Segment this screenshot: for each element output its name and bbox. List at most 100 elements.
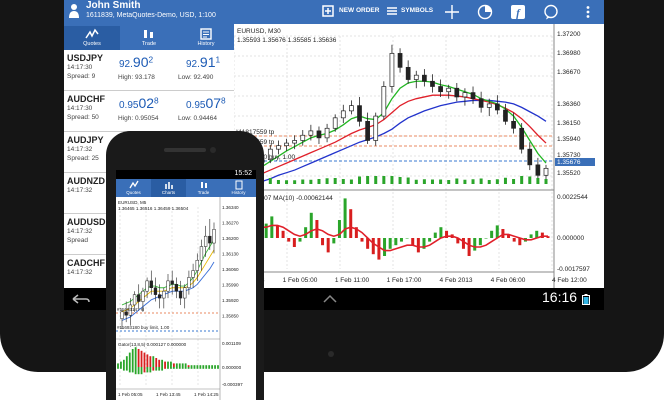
candle-body [430, 80, 435, 87]
candle-body [157, 294, 162, 299]
indicator-icon[interactable]: f [510, 4, 526, 20]
gator-bar-down [134, 367, 137, 375]
candle-body [340, 110, 346, 119]
gator-bar-up [143, 352, 146, 367]
candle-body [149, 280, 153, 288]
volume-bar [301, 179, 305, 184]
volume-bar [325, 178, 329, 184]
candle-body [478, 98, 484, 108]
tablet-chart-svg[interactable]: EURUSD, M30 1.35593 1.35676 1.35585 1.356… [232, 24, 604, 288]
tab-history[interactable]: History [221, 179, 256, 197]
gator-bar-up [125, 356, 128, 367]
gator-bar-down [161, 367, 164, 371]
tab-history[interactable]: History [178, 26, 234, 50]
person-icon[interactable] [68, 3, 80, 19]
crosshair-icon[interactable] [444, 4, 460, 20]
tab-trade[interactable]: Trade [186, 179, 221, 197]
tab-quotes[interactable]: Quotes [116, 179, 151, 197]
oscillator-bar [388, 238, 392, 249]
quote-time: 14:17:32 [67, 146, 93, 153]
oscillator-bar [281, 230, 285, 238]
gator-bar-up [122, 359, 125, 367]
candle-body [405, 66, 411, 80]
back-icon[interactable] [72, 294, 90, 304]
oscillator-tick-label: 0.001109 [222, 341, 241, 346]
candle-body [166, 280, 170, 292]
current-price-label: 1.35676 [557, 159, 581, 166]
gator-bar-down [143, 367, 146, 373]
symbols-icon[interactable] [386, 5, 398, 17]
candle-body [141, 290, 145, 302]
volume-bar [455, 178, 459, 184]
time-tick-label: 4 Feb 06:00 [491, 277, 526, 284]
tab-trade-label: Trade [197, 190, 210, 195]
quote-bid: 0.95028 [119, 95, 159, 111]
new-order-button[interactable]: NEW ORDER [339, 7, 379, 14]
oscillator-bar [473, 238, 477, 251]
tab-trade-label: Trade [141, 41, 157, 47]
gator-bar-up [196, 365, 199, 367]
candle-body [195, 260, 199, 271]
candle-body [199, 246, 204, 261]
up-arrow-icon[interactable] [322, 294, 338, 304]
gator-bar-down [120, 367, 122, 369]
gator-bar-down [181, 367, 184, 369]
gator-bar-up [199, 365, 202, 367]
period-icon[interactable] [477, 4, 493, 20]
bid-big: 02 [138, 95, 155, 111]
gator-bar-down [170, 367, 172, 369]
phone-chart-svg[interactable]: EURUSD, M51.36465 1.36516 1.36459 1.3650… [116, 197, 256, 400]
price-tick-label: 1.35850 [222, 314, 239, 319]
symbols-button[interactable]: SYMBOLS [401, 7, 433, 14]
tab-charts-label: Charts [161, 190, 176, 195]
oscillator-bar [416, 238, 420, 253]
account-name[interactable]: John Smith [86, 0, 140, 11]
quote-spread: Spread: 50 [67, 114, 99, 121]
volume-bar [512, 179, 516, 184]
chat-icon[interactable] [543, 4, 559, 20]
tab-trade[interactable]: Trade [121, 26, 177, 50]
oscillator-bar [287, 238, 291, 242]
oscillator-bar [343, 198, 347, 238]
gator-bar-up [155, 358, 158, 367]
gator-bar-down [208, 367, 211, 369]
candle-body [316, 130, 322, 139]
time-tick-label: 1 Feb 05:05 [118, 392, 143, 397]
phone-chart-area[interactable]: EURUSD, M5 1.36465 1.36516 1.36459 1.3650… [116, 197, 256, 400]
volume-bar [398, 177, 402, 184]
gator-bar-up [214, 365, 216, 367]
bid-big: 90 [132, 54, 149, 70]
quotes-icon [85, 28, 99, 39]
phone-status-time: 15:52 [234, 170, 252, 177]
gator-bar-down [167, 367, 169, 369]
gator-bar-down [175, 367, 178, 369]
gator-bar-down [217, 367, 219, 369]
quote-low: Low: 92.490 [178, 74, 214, 81]
oscillator-bar [275, 225, 279, 238]
oscillator-bar [270, 216, 274, 238]
gator-bar-up [120, 361, 122, 367]
tablet-chart-area[interactable]: EURUSD, M30 1.35593 1.35676 1.35585 1.356… [232, 24, 604, 288]
gator-bar-down [205, 367, 208, 369]
gator-bar-up [128, 352, 131, 367]
oscillator-bar [512, 238, 516, 242]
tab-quotes[interactable]: Quotes [64, 26, 120, 50]
gator-bar-up [187, 365, 190, 367]
candle-body [191, 270, 195, 278]
volume-bar [439, 179, 443, 184]
quote-row-audchf[interactable]: AUDCHF 14:17:30 Spread: 50 0.95028 0.950… [64, 91, 234, 132]
time-tick-label: 4 Feb 12:00 [552, 277, 587, 284]
new-order-icon[interactable] [322, 5, 334, 17]
menu-icon[interactable] [580, 4, 596, 20]
tablet-device: John Smith 1611839, MetaQuotes-Demo, USD… [0, 0, 664, 372]
price-tick-label: 1.35730 [557, 152, 581, 159]
gator-bar-up [134, 347, 137, 367]
tab-charts[interactable]: Charts [151, 179, 186, 197]
oscillator-bar [383, 238, 387, 256]
ask-sup: 8 [221, 95, 226, 106]
quote-row-usdjpy[interactable]: USDJPY 14:17:30 Spread: 9 92.902 92.911 … [64, 50, 234, 91]
gator-bar-down [152, 367, 155, 371]
gator-bar-up [170, 361, 172, 367]
oscillator-tick-label: 0.000000 [557, 235, 584, 242]
price-tick-label: 1.36200 [222, 236, 239, 241]
